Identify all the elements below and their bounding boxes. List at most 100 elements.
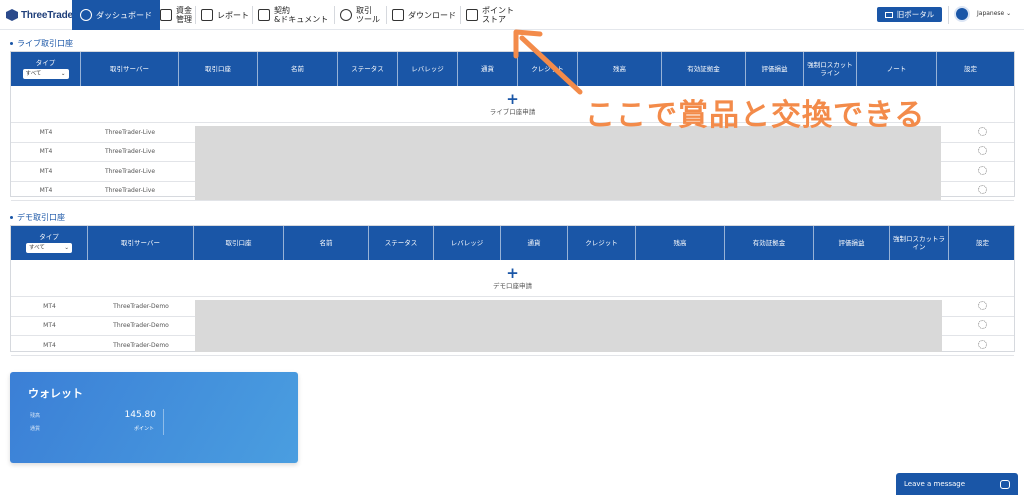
gear-icon[interactable]: [978, 165, 987, 175]
live-rows: MT4 ThreeTrader-Live MT4 ThreeTrader-Liv…: [11, 123, 1014, 201]
chevron-down-icon: ⌄: [1006, 10, 1012, 17]
row-platform: MT4: [43, 302, 56, 310]
live-section-title: ライブ取引口座: [10, 38, 73, 49]
col-pnl: 評価損益: [746, 52, 804, 86]
nav-tools-label-1: 取引: [356, 6, 372, 15]
nav-documents-label-1: 契約: [274, 6, 290, 15]
nav-documents-label-2: &ドキュメント: [274, 15, 329, 24]
wallet-divider: [163, 409, 164, 435]
nav-point-store[interactable]: ポイント ストア: [466, 0, 514, 30]
gear-icon[interactable]: [978, 339, 987, 349]
gear-icon[interactable]: [978, 185, 987, 195]
row-server: ThreeTrader-Demo: [113, 322, 169, 330]
col-account: 取引口座: [194, 226, 284, 260]
chat-icon: [1000, 479, 1010, 489]
col-type: タイプ すべて ⌄: [11, 52, 81, 86]
col-type-label: タイプ: [35, 59, 56, 67]
wallet-currency-label: 通貨: [30, 426, 41, 432]
nav-divider: [386, 6, 387, 24]
col-equity: 有効証拠金: [725, 226, 814, 260]
col-name: 名前: [284, 226, 369, 260]
demo-rows: MT4 ThreeTrader-Demo MT4 ThreeTrader-Dem…: [11, 297, 1014, 356]
language-select[interactable]: Japanese ⌄: [977, 10, 1011, 17]
nav-funds-label-2: 管理: [176, 15, 192, 24]
type-filter-select[interactable]: すべて ⌄: [22, 69, 69, 79]
annotation-text: ここで賞品と交換できる: [585, 98, 926, 133]
wallet-card[interactable]: ウォレット 残高 通貨 145.80 ポイント: [10, 372, 298, 463]
nav-point-store-label-1: ポイント: [482, 6, 514, 15]
nav-download[interactable]: ダウンロード: [392, 0, 456, 30]
col-status: ステータス: [369, 226, 434, 260]
leave-message-button[interactable]: Leave a message: [896, 473, 1018, 495]
tools-icon: [340, 9, 352, 21]
col-leverage: レバレッジ: [434, 226, 501, 260]
nav-report[interactable]: レポート: [201, 0, 249, 30]
col-balance: 残高: [636, 226, 725, 260]
col-server: 取引サーバー: [88, 226, 194, 260]
nav-report-label: レポート: [217, 10, 249, 20]
row-settings[interactable]: [949, 185, 1016, 196]
nav-dashboard[interactable]: ダッシュボード: [72, 0, 160, 30]
redacted-block: [195, 126, 941, 200]
top-navigation: ThreeTrader ダッシュボード 資金 管理 レポート 契約 &ドキュメント …: [0, 0, 1024, 30]
col-type: タイプ すべて ⌄: [11, 226, 88, 260]
old-portal-button[interactable]: 旧ポータル: [877, 7, 942, 22]
gear-icon[interactable]: [978, 320, 987, 330]
avatar[interactable]: [954, 6, 970, 22]
row-platform: MT4: [39, 187, 53, 195]
col-type-label: タイプ: [39, 233, 59, 241]
row-server: ThreeTrader-Demo: [113, 341, 169, 349]
report-icon: [201, 9, 213, 21]
row-server: ThreeTrader-Live: [104, 167, 156, 175]
col-status: ステータス: [338, 52, 398, 86]
live-section-title-text: ライブ取引口座: [17, 39, 73, 48]
nav-funds-label-1: 資金: [176, 6, 192, 15]
nav-documents[interactable]: 契約 &ドキュメント: [258, 0, 328, 30]
col-credit: クレジット: [568, 226, 636, 260]
col-balance: 残高: [578, 52, 662, 86]
nav-divider: [195, 6, 196, 24]
demo-section-title: デモ取引口座: [10, 212, 65, 223]
row-server: ThreeTrader-Demo: [113, 302, 169, 310]
col-equity: 有効証拠金: [662, 52, 746, 86]
nav-funds[interactable]: 資金 管理: [160, 0, 192, 30]
wallet-balance-label: 残高: [30, 413, 41, 419]
type-filter-value: すべて: [25, 71, 42, 77]
wallet-unit: ポイント: [133, 426, 154, 432]
row-platform: MT4: [39, 128, 53, 136]
nav-divider: [460, 6, 461, 24]
nav-tools[interactable]: 取引 ツール: [340, 0, 380, 30]
logo[interactable]: ThreeTrader: [6, 8, 77, 22]
leave-message-label: Leave a message: [904, 480, 966, 488]
gear-icon[interactable]: [978, 126, 987, 136]
col-leverage: レバレッジ: [398, 52, 458, 86]
col-note: ノート: [857, 52, 937, 86]
nav-point-store-label-2: ストア: [482, 15, 506, 24]
row-settings[interactable]: [949, 165, 1016, 177]
demo-section-title-text: デモ取引口座: [17, 213, 65, 222]
col-account: 取引口座: [179, 52, 258, 86]
row-settings[interactable]: [949, 126, 1016, 138]
gear-icon[interactable]: [978, 300, 987, 310]
row-settings[interactable]: [949, 320, 1016, 331]
nav-divider: [948, 6, 949, 24]
row-settings[interactable]: [949, 300, 1016, 312]
chevron-down-icon: ⌄: [64, 245, 69, 251]
demo-apply-button[interactable]: + デモ口座申請: [11, 260, 1014, 297]
gear-icon[interactable]: [978, 146, 987, 156]
document-icon: [258, 9, 270, 21]
logo-mark-icon: [6, 9, 18, 21]
type-filter-select[interactable]: すべて ⌄: [26, 243, 72, 253]
wallet-title: ウォレット: [28, 387, 83, 400]
nav-download-label: ダウンロード: [408, 10, 456, 20]
col-server: 取引サーバー: [81, 52, 179, 86]
bullet-icon: [10, 42, 13, 45]
row-server: ThreeTrader-Live: [104, 187, 156, 195]
wallet-icon: [160, 9, 172, 21]
live-apply-label: ライブ口座申請: [489, 108, 536, 116]
demo-table-header: タイプ すべて ⌄ 取引サーバー 取引口座 名前 ステータス レバレッジ 通貨 ク…: [11, 226, 1014, 260]
row-settings[interactable]: [949, 146, 1016, 157]
row-settings[interactable]: [949, 339, 1016, 351]
col-currency: 通貨: [501, 226, 568, 260]
col-pnl: 評価損益: [814, 226, 890, 260]
